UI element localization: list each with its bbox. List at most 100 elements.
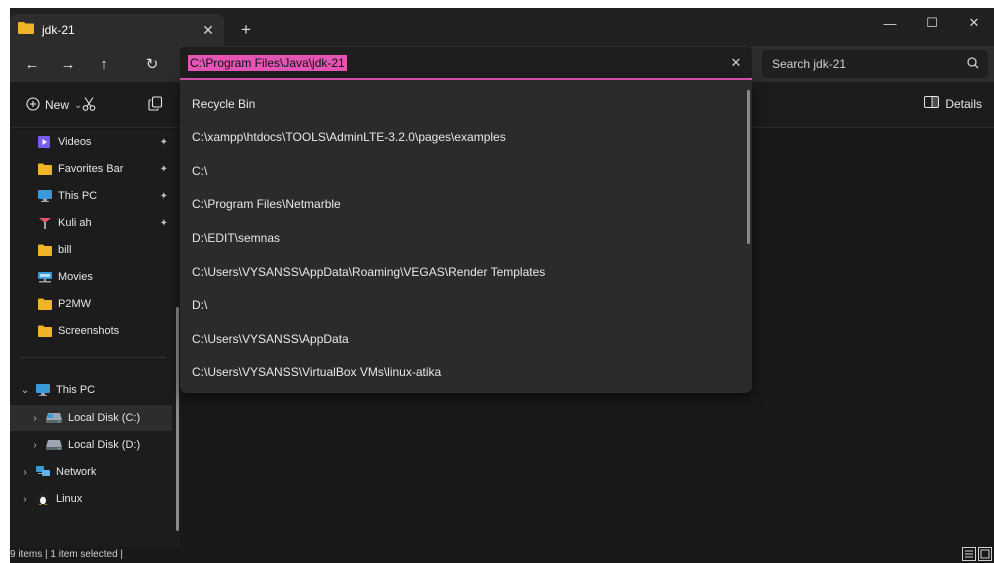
- forward-button[interactable]: →: [54, 50, 82, 78]
- arrow-left-icon: ←: [24, 55, 40, 73]
- cut-button[interactable]: [78, 95, 100, 117]
- folder-icon: [18, 21, 34, 39]
- sidebar-item-network[interactable]: › Network: [10, 459, 172, 485]
- tab-close-button[interactable]: ✕: [198, 20, 218, 40]
- sidebar-item-label: Videos: [58, 136, 92, 148]
- suggestion-item[interactable]: D:\: [192, 295, 207, 315]
- pin-icon: ✦: [159, 190, 168, 202]
- sidebar-item-label: Linux: [56, 493, 83, 505]
- sidebar-item-label: Screenshots: [58, 325, 120, 337]
- search-placeholder: Search jdk-21: [772, 57, 847, 71]
- sidebar-item-label: This PC: [58, 190, 98, 202]
- new-button-label: New: [45, 98, 70, 112]
- chevron-right-icon[interactable]: ›: [28, 440, 42, 451]
- folder-icon: [38, 298, 52, 310]
- refresh-icon: ↻: [145, 56, 159, 73]
- navigation-pane: Videos ✦ Favorites Bar ✦ This PC ✦ Kuli …: [10, 129, 180, 547]
- computer-icon: [36, 384, 50, 396]
- copy-icon: [147, 96, 163, 116]
- sidebar-item-label: Kuli ah: [58, 217, 92, 229]
- sidebar-item-label: Favorites Bar: [58, 163, 124, 175]
- sidebar-divider: [20, 357, 166, 358]
- sidebar-item-favorites-bar[interactable]: Favorites Bar ✦: [10, 156, 172, 182]
- chevron-down-icon[interactable]: ⌄: [18, 385, 32, 396]
- arrow-up-icon: ↑: [100, 55, 108, 73]
- video-folder-icon: [38, 136, 52, 148]
- refresh-button[interactable]: ↻: [138, 50, 166, 78]
- sidebar-scrollbar[interactable]: [176, 307, 179, 531]
- copy-button[interactable]: [144, 95, 166, 117]
- sidebar-item-label: Local Disk (C:): [68, 412, 141, 424]
- sidebar-item-videos[interactable]: Videos ✦: [10, 129, 172, 155]
- grid-view-icon: [980, 549, 990, 559]
- maximize-button[interactable]: ☐: [912, 8, 952, 38]
- navigation-bar: ← → ↑ ↻ C:\Program Files\Java\jdk-21 ✕ S…: [10, 46, 994, 82]
- folder-icon: [38, 244, 52, 256]
- pin-icon: ✦: [159, 136, 168, 148]
- suggestion-item[interactable]: Recycle Bin: [192, 94, 255, 114]
- tab-title: jdk-21: [42, 23, 75, 37]
- status-text: 9 items | 1 item selected |: [10, 549, 124, 560]
- network-drive-icon: [38, 271, 52, 283]
- details-button[interactable]: Details: [924, 96, 982, 111]
- list-view-icon: [965, 550, 973, 558]
- suggestion-item[interactable]: C:\: [192, 161, 207, 181]
- suggestion-item[interactable]: C:\Users\VYSANSS\VirtualBox VMs\linux-at…: [192, 362, 441, 382]
- drive-icon: [46, 412, 62, 424]
- folder-icon: [38, 163, 52, 175]
- close-window-button[interactable]: ✕: [954, 8, 994, 38]
- suggestion-item[interactable]: C:\Users\VYSANSS\AppData: [192, 329, 349, 349]
- pin-icon: ✦: [159, 163, 168, 175]
- sidebar-item-local-disk-c[interactable]: › Local Disk (C:): [10, 405, 172, 431]
- sidebar-item-label: P2MW: [58, 298, 91, 310]
- sidebar-item-this-pc-pinned[interactable]: This PC ✦: [10, 183, 172, 209]
- chevron-right-icon[interactable]: ›: [28, 413, 42, 424]
- suggestion-item[interactable]: C:\Users\VYSANSS\AppData\Roaming\VEGAS\R…: [192, 262, 545, 282]
- details-button-label: Details: [945, 96, 982, 111]
- up-button[interactable]: ↑: [90, 50, 118, 78]
- new-button[interactable]: New ⌄: [26, 95, 82, 115]
- address-input-value: C:\Program Files\Java\jdk-21: [188, 55, 347, 71]
- sidebar-item-bill[interactable]: bill: [10, 237, 172, 263]
- details-pane-icon: [924, 96, 940, 111]
- minimize-button[interactable]: —: [870, 8, 910, 38]
- sidebar-item-movies[interactable]: Movies: [10, 264, 172, 290]
- sidebar-item-label: This PC: [56, 384, 96, 396]
- arrow-right-icon: →: [60, 55, 76, 73]
- search-input[interactable]: Search jdk-21: [762, 50, 988, 78]
- search-icon: [966, 56, 980, 75]
- large-icons-view-button[interactable]: [978, 547, 992, 561]
- drive-icon: [46, 439, 62, 451]
- computer-icon: [38, 190, 52, 202]
- sidebar-item-kuli-ah[interactable]: Kuli ah ✦: [10, 210, 172, 236]
- sidebar-item-screenshots[interactable]: Screenshots: [10, 318, 172, 344]
- sidebar-item-local-disk-d[interactable]: › Local Disk (D:): [10, 432, 172, 458]
- sidebar-item-p2mw[interactable]: P2MW: [10, 291, 172, 317]
- linux-icon: [36, 493, 50, 505]
- suggestion-item[interactable]: C:\xampp\htdocs\TOOLS\AdminLTE-3.2.0\pag…: [192, 127, 506, 147]
- suggestion-item[interactable]: C:\Program Files\Netmarble: [192, 194, 341, 214]
- address-suggestions-dropdown: Recycle Bin C:\xampp\htdocs\TOOLS\AdminL…: [180, 80, 752, 393]
- suggestions-scrollbar[interactable]: [747, 90, 750, 244]
- details-view-button[interactable]: [962, 547, 976, 561]
- chevron-right-icon[interactable]: ›: [18, 467, 32, 478]
- app-icon: [38, 217, 52, 229]
- chevron-right-icon[interactable]: ›: [18, 494, 32, 505]
- sidebar-item-label: Network: [56, 466, 97, 478]
- sidebar-item-label: Local Disk (D:): [68, 439, 141, 451]
- pin-icon: ✦: [159, 217, 168, 229]
- back-button[interactable]: ←: [18, 50, 46, 78]
- sidebar-item-this-pc[interactable]: ⌄ This PC: [10, 377, 172, 403]
- title-bar: jdk-21 ✕ + — ☐ ✕: [10, 8, 994, 46]
- suggestion-item[interactable]: D:\EDIT\semnas: [192, 228, 280, 248]
- scissors-icon: [81, 96, 97, 117]
- sidebar-item-linux[interactable]: › Linux: [10, 486, 172, 512]
- tab-jdk-21[interactable]: jdk-21 ✕: [10, 14, 224, 46]
- status-bar: 9 items | 1 item selected |: [10, 547, 994, 563]
- network-icon: [36, 466, 50, 478]
- clear-address-button[interactable]: ✕: [726, 53, 746, 73]
- file-explorer-window: jdk-21 ✕ + — ☐ ✕ ← → ↑ ↻ C:\Program File…: [10, 8, 994, 563]
- address-input[interactable]: C:\Program Files\Java\jdk-21 ✕: [180, 47, 752, 80]
- folder-icon: [38, 325, 52, 337]
- new-tab-button[interactable]: +: [234, 18, 258, 42]
